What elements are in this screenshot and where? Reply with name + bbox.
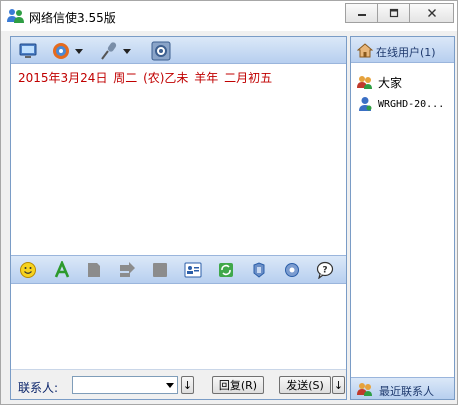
user-name: 大家 [378, 75, 403, 90]
maximize-icon [389, 8, 398, 18]
chevron-down-icon [75, 48, 83, 54]
font-icon[interactable] [53, 261, 71, 279]
recent-contacts-icon [357, 383, 372, 396]
minimize-icon [357, 14, 366, 16]
date-line: 2015年3月24日 周二 (农)乙未 羊年 二月初五 [18, 71, 273, 85]
close-button[interactable] [409, 3, 454, 23]
title-bar[interactable]: 网络信使3.55版 [1, 1, 457, 31]
microphone-icon [101, 42, 117, 60]
bottom-bar: 联系人: ↓ 回复(R) 发送(S) ↓ [11, 369, 346, 399]
settings-icon [151, 41, 171, 61]
emotion-dropdown-button[interactable] [51, 41, 83, 61]
user-icon [359, 97, 372, 111]
list-item[interactable]: WRGHD-20... [357, 95, 444, 113]
close-icon [427, 9, 436, 17]
smiley-icon[interactable] [19, 261, 37, 279]
recent-contacts-tab[interactable]: 最近联系人 [351, 377, 454, 399]
emotion-globe-icon [53, 43, 69, 59]
send-button[interactable]: 发送(S) [279, 376, 331, 394]
chevron-down-icon [123, 48, 131, 54]
format-toolbar: ? [11, 255, 346, 284]
send-options-button[interactable]: ↓ [332, 376, 345, 394]
reply-button[interactable]: 回复(R) [212, 376, 264, 394]
contact-label: 联系人: [18, 381, 59, 395]
chat-panel: 2015年3月24日 周二 (农)乙未 羊年 二月初五 ? 联系人: ↓ 回复(… [10, 36, 347, 400]
group-users-icon [357, 76, 372, 89]
message-display[interactable]: 2015年3月24日 周二 (农)乙未 羊年 二月初五 [11, 65, 346, 254]
help-icon[interactable]: ? [316, 261, 334, 279]
recent-contacts-label: 最近联系人 [379, 385, 434, 398]
home-icon [357, 43, 373, 58]
main-toolbar [11, 37, 346, 64]
forward-icon[interactable] [118, 261, 136, 279]
online-users-title: 在线用户(1) [376, 46, 436, 59]
settings-button[interactable] [151, 41, 171, 61]
message-input[interactable] [11, 285, 346, 368]
minimize-button[interactable] [345, 3, 378, 23]
maximize-button[interactable] [377, 3, 410, 23]
monitor-icon [19, 43, 37, 58]
online-users-header[interactable]: 在线用户(1) [351, 37, 454, 63]
svg-text:?: ? [322, 266, 327, 276]
chevron-down-icon [166, 383, 174, 388]
microphone-dropdown-button[interactable] [99, 41, 131, 61]
contact-select[interactable] [72, 376, 178, 394]
online-users-panel: 在线用户(1) 大家 WRGHD-20... 最近联系人 [350, 36, 455, 400]
app-window: 网络信使3.55版 2015年3月24日 周二 (农)乙未 羊年 二月初五 ? … [0, 0, 458, 405]
refresh-icon[interactable] [217, 261, 235, 279]
page-icon[interactable] [85, 261, 103, 279]
users-app-icon [7, 9, 24, 23]
contact-down-button[interactable]: ↓ [181, 376, 194, 394]
user-name: WRGHD-20... [378, 98, 445, 110]
plugin-icon[interactable] [250, 261, 268, 279]
list-item[interactable]: 大家 [357, 73, 402, 91]
contact-card-icon[interactable] [184, 261, 202, 279]
window-title: 网络信使3.55版 [29, 11, 116, 25]
gear-icon[interactable] [283, 261, 301, 279]
monitor-button[interactable] [19, 41, 37, 61]
window-controls [345, 3, 454, 23]
square-icon[interactable] [151, 261, 169, 279]
